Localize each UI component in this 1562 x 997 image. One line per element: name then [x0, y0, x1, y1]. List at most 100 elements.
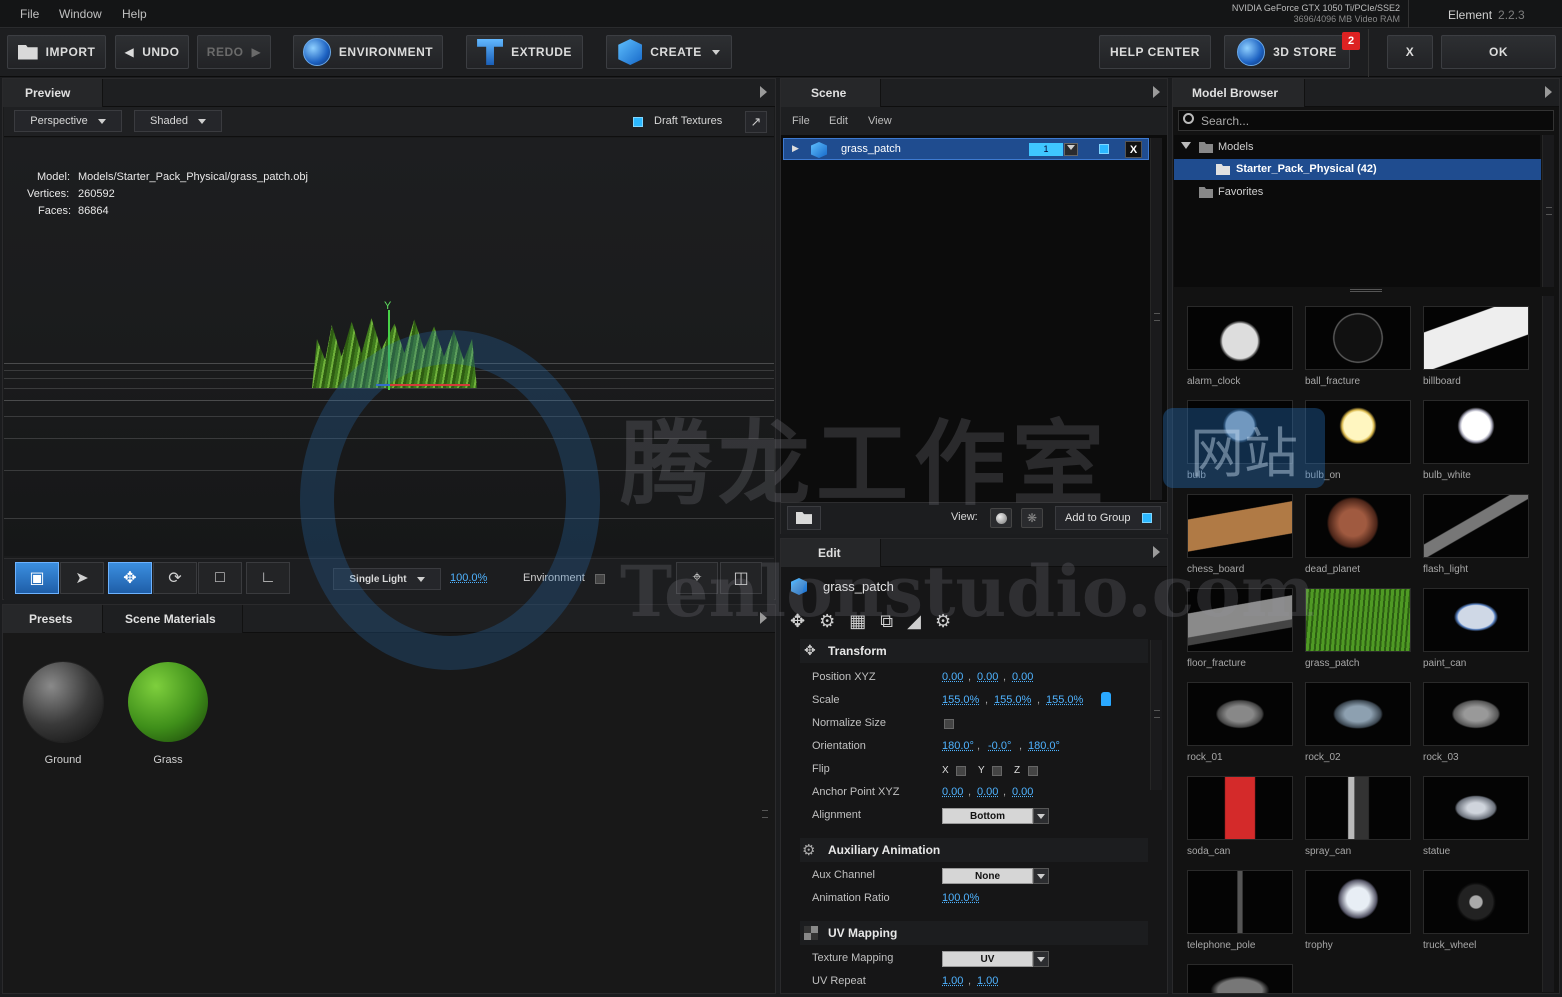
- environment-checkbox[interactable]: [595, 574, 605, 584]
- position-y[interactable]: 0.00: [977, 671, 998, 683]
- texture-mapping-dropdown[interactable]: UV: [942, 951, 1033, 967]
- model-thumb-rock-02[interactable]: [1305, 682, 1411, 746]
- uv-repeat-v[interactable]: 1.00: [977, 975, 998, 987]
- scale-tool-button[interactable]: □: [198, 562, 242, 594]
- chevron-down-icon[interactable]: [1033, 808, 1049, 824]
- scene-item-grass-patch[interactable]: ▶ grass_patch 1 X: [783, 138, 1149, 160]
- model-thumb-soda-can[interactable]: [1187, 776, 1293, 840]
- model-thumb-billboard[interactable]: [1423, 306, 1529, 370]
- model-thumb-rock-03[interactable]: [1423, 682, 1529, 746]
- expand-arrow-icon[interactable]: ▶: [792, 143, 799, 154]
- search-box[interactable]: Search...: [1178, 110, 1554, 131]
- grip-icon[interactable]: [1154, 710, 1160, 718]
- section-aux-animation[interactable]: ⚙ Auxiliary Animation: [800, 838, 1148, 862]
- maximize-button[interactable]: ↗: [745, 111, 767, 133]
- undo-button[interactable]: ◀ UNDO: [115, 35, 189, 69]
- create-button[interactable]: CREATE: [606, 35, 732, 69]
- model-thumb-rock-01[interactable]: [1187, 682, 1293, 746]
- visibility-checkbox[interactable]: [1099, 144, 1109, 154]
- menu-help[interactable]: Help: [122, 7, 147, 21]
- scale-x[interactable]: 155.0%: [942, 694, 979, 706]
- normalize-checkbox[interactable]: [944, 719, 954, 729]
- help-center-button[interactable]: HELP CENTER: [1099, 35, 1211, 69]
- rotate-tool-button[interactable]: ⟳: [153, 562, 197, 594]
- scene-menu-file[interactable]: File: [792, 115, 810, 127]
- anim-ratio-value[interactable]: 100.0%: [942, 892, 979, 904]
- model-thumb-alarm-clock[interactable]: [1187, 306, 1293, 370]
- model-thumb-grass-patch[interactable]: [1305, 588, 1411, 652]
- tab-scene-materials[interactable]: Scene Materials: [105, 605, 243, 633]
- select-tool-button[interactable]: ➤: [60, 562, 104, 594]
- environment-button[interactable]: ENVIRONMENT: [293, 35, 443, 69]
- edit-scrollbar[interactable]: [1150, 640, 1162, 790]
- model-thumb-dead-planet[interactable]: [1305, 494, 1411, 558]
- tab-model-browser[interactable]: Model Browser: [1173, 79, 1305, 107]
- model-grid-scrollbar[interactable]: [1542, 296, 1554, 992]
- model-thumb-truck-wheel[interactable]: [1423, 870, 1529, 934]
- scale-z[interactable]: 155.0%: [1046, 694, 1083, 706]
- model-thumb-partial[interactable]: [1187, 964, 1293, 994]
- flip-y-checkbox[interactable]: [992, 766, 1002, 776]
- section-transform[interactable]: ✥ Transform: [800, 639, 1148, 663]
- alignment-dropdown[interactable]: Bottom: [942, 808, 1033, 824]
- panel-arrow-icon[interactable]: [1545, 86, 1552, 98]
- model-thumb-statue[interactable]: [1423, 776, 1529, 840]
- grip-icon[interactable]: [762, 810, 768, 818]
- model-thumb-ball-fracture[interactable]: [1305, 306, 1411, 370]
- projection-dropdown[interactable]: Perspective: [14, 110, 122, 132]
- scene-scrollbar[interactable]: [1150, 138, 1162, 500]
- tab-presets[interactable]: Presets: [3, 605, 103, 633]
- camera-tool-button[interactable]: ▣: [15, 562, 59, 594]
- chevron-down-icon[interactable]: [1033, 868, 1049, 884]
- tree-scrollbar[interactable]: [1542, 135, 1554, 287]
- model-thumb-flash-light[interactable]: [1423, 494, 1529, 558]
- move-tool-button[interactable]: ✥: [108, 562, 152, 594]
- orientation-y[interactable]: -0.0°: [988, 740, 1011, 752]
- grip-icon[interactable]: [1154, 313, 1160, 321]
- scene-menu-edit[interactable]: Edit: [829, 115, 848, 127]
- layer-dropdown[interactable]: [1064, 143, 1078, 156]
- add-group-checkbox[interactable]: [1142, 513, 1153, 523]
- draft-textures-checkbox[interactable]: [633, 117, 643, 127]
- 3d-store-button[interactable]: 3D STORE: [1224, 35, 1350, 69]
- flip-x-checkbox[interactable]: [956, 766, 966, 776]
- aux-channel-dropdown[interactable]: None: [942, 868, 1033, 884]
- scene-menu-view[interactable]: View: [868, 115, 892, 127]
- position-x[interactable]: 0.00: [942, 671, 963, 683]
- anchor-y[interactable]: 0.00: [977, 786, 998, 798]
- tree-collapse-icon[interactable]: [1181, 142, 1191, 149]
- section-uv-mapping[interactable]: UV Mapping: [800, 921, 1148, 945]
- axis-tool-button[interactable]: ∟: [246, 562, 290, 594]
- tree-item-starter-pack[interactable]: Starter_Pack_Physical (42): [1174, 159, 1541, 180]
- model-thumb-spray-can[interactable]: [1305, 776, 1411, 840]
- model-thumb-telephone-pole[interactable]: [1187, 870, 1293, 934]
- menu-window[interactable]: Window: [59, 7, 102, 21]
- tree-item-favorites[interactable]: Favorites: [1218, 186, 1263, 198]
- tab-scene[interactable]: Scene: [781, 79, 881, 107]
- anchor-z[interactable]: 0.00: [1012, 786, 1033, 798]
- splitter-grip[interactable]: [1350, 289, 1382, 292]
- orientation-x[interactable]: 180.0°: [942, 740, 974, 752]
- scale-y[interactable]: 155.0%: [994, 694, 1031, 706]
- menu-file[interactable]: File: [20, 7, 39, 21]
- orientation-z[interactable]: 180.0°: [1028, 740, 1060, 752]
- chevron-down-icon[interactable]: [1033, 951, 1049, 967]
- shading-dropdown[interactable]: Shaded: [134, 110, 222, 132]
- panel-arrow-icon[interactable]: [1153, 86, 1160, 98]
- import-button[interactable]: IMPORT: [7, 35, 106, 69]
- position-z[interactable]: 0.00: [1012, 671, 1033, 683]
- ok-button[interactable]: OK: [1441, 35, 1556, 69]
- uv-repeat-u[interactable]: 1.00: [942, 975, 963, 987]
- flip-z-checkbox[interactable]: [1028, 766, 1038, 776]
- model-thumb-chess-board[interactable]: [1187, 494, 1293, 558]
- material-ground[interactable]: [23, 662, 103, 742]
- anchor-x[interactable]: 0.00: [942, 786, 963, 798]
- redo-button[interactable]: REDO ▶: [197, 35, 271, 69]
- material-grass[interactable]: [128, 662, 208, 742]
- panel-arrow-icon[interactable]: [760, 86, 767, 98]
- model-thumb-bulb-white[interactable]: [1423, 400, 1529, 464]
- remove-item-button[interactable]: X: [1125, 141, 1142, 158]
- extrude-button[interactable]: EXTRUDE: [466, 35, 583, 69]
- layer-number[interactable]: 1: [1029, 143, 1063, 156]
- model-thumb-trophy[interactable]: [1305, 870, 1411, 934]
